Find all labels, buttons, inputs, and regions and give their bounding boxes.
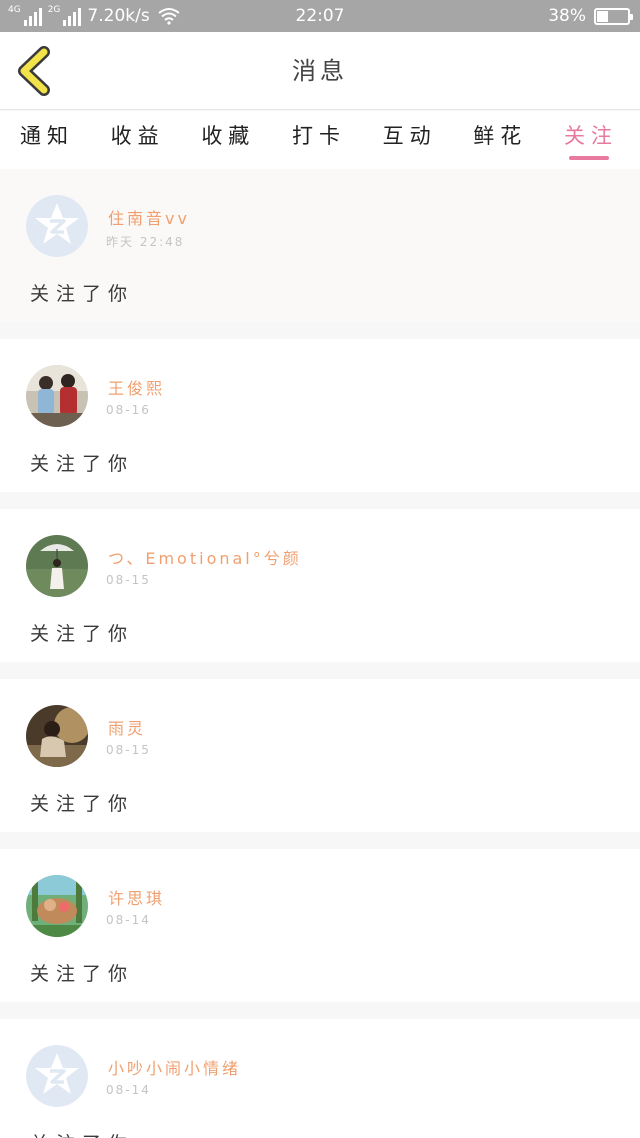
avatar[interactable] — [26, 535, 88, 597]
status-right: 38% — [548, 0, 633, 32]
user-name[interactable]: 小吵小闹小情绪 — [108, 1055, 241, 1079]
page-title: 消息 — [292, 57, 348, 85]
user-name[interactable]: 许思琪 — [108, 885, 165, 909]
header: 消息 — [0, 32, 640, 110]
list-item[interactable]: 小吵小闹小情绪 08-14 关注了你 — [0, 1019, 640, 1138]
list-item[interactable]: 住南音vv 昨天 22:48 关注了你 — [0, 169, 640, 322]
avatar[interactable] — [26, 705, 88, 767]
message-text: 关注了你 — [30, 1129, 134, 1138]
avatar[interactable] — [26, 195, 88, 257]
user-name[interactable]: 住南音vv — [108, 205, 190, 229]
user-name[interactable]: つ、Emotional°兮颜 — [108, 545, 302, 569]
message-text: 关注了你 — [30, 793, 135, 815]
list-item[interactable]: 雨灵 08-15 关注了你 — [0, 679, 640, 832]
message-date: 08-15 — [106, 743, 151, 757]
message-text: 关注了你 — [30, 453, 135, 475]
user-name[interactable]: 雨灵 — [108, 715, 146, 739]
list-item[interactable]: 王俊熙 08-16 关注了你 — [0, 339, 640, 492]
tab-flowers[interactable]: 鲜花 — [473, 111, 527, 169]
message-list: 住南音vv 昨天 22:48 关注了你 王俊熙 08-16 关注了你 つ、Emo… — [0, 169, 640, 1138]
photo-avatar-icon — [26, 365, 88, 427]
user-name[interactable]: 王俊熙 — [108, 375, 165, 399]
avatar[interactable] — [26, 875, 88, 937]
message-date: 08-16 — [106, 403, 151, 417]
photo-avatar-icon — [26, 705, 88, 767]
tab-interaction[interactable]: 互动 — [383, 111, 437, 169]
tab-bar: 通知 收益 收藏 打卡 互动 鲜花 关注 — [0, 111, 640, 169]
default-avatar-icon — [26, 195, 88, 257]
message-date: 08-14 — [106, 913, 151, 927]
battery-percent: 38% — [548, 6, 586, 26]
avatar[interactable] — [26, 365, 88, 427]
message-text: 关注了你 — [30, 283, 135, 305]
message-date: 08-14 — [106, 1083, 151, 1097]
tab-notice[interactable]: 通知 — [20, 111, 74, 169]
message-text: 关注了你 — [30, 963, 135, 985]
battery-level — [597, 10, 608, 22]
tab-follow[interactable]: 关注 — [564, 111, 618, 169]
message-date: 昨天 22:48 — [106, 235, 185, 249]
battery-icon — [594, 7, 633, 25]
default-avatar-icon — [26, 1045, 88, 1107]
cartoon-avatar-icon — [26, 875, 88, 937]
message-date: 08-15 — [106, 573, 151, 587]
list-item[interactable]: つ、Emotional°兮颜 08-15 关注了你 — [0, 509, 640, 662]
tab-favorites[interactable]: 收藏 — [201, 111, 255, 169]
tab-earnings[interactable]: 收益 — [111, 111, 165, 169]
clock: 22:07 — [295, 6, 345, 26]
list-item[interactable]: 许思琪 08-14 关注了你 — [0, 849, 640, 1002]
tab-checkin[interactable]: 打卡 — [292, 111, 346, 169]
avatar[interactable] — [26, 1045, 88, 1107]
status-bar: 4G 2G 7.20k/s 22:07 38% — [0, 0, 640, 32]
message-text: 关注了你 — [30, 623, 135, 645]
photo-avatar-icon — [26, 535, 88, 597]
